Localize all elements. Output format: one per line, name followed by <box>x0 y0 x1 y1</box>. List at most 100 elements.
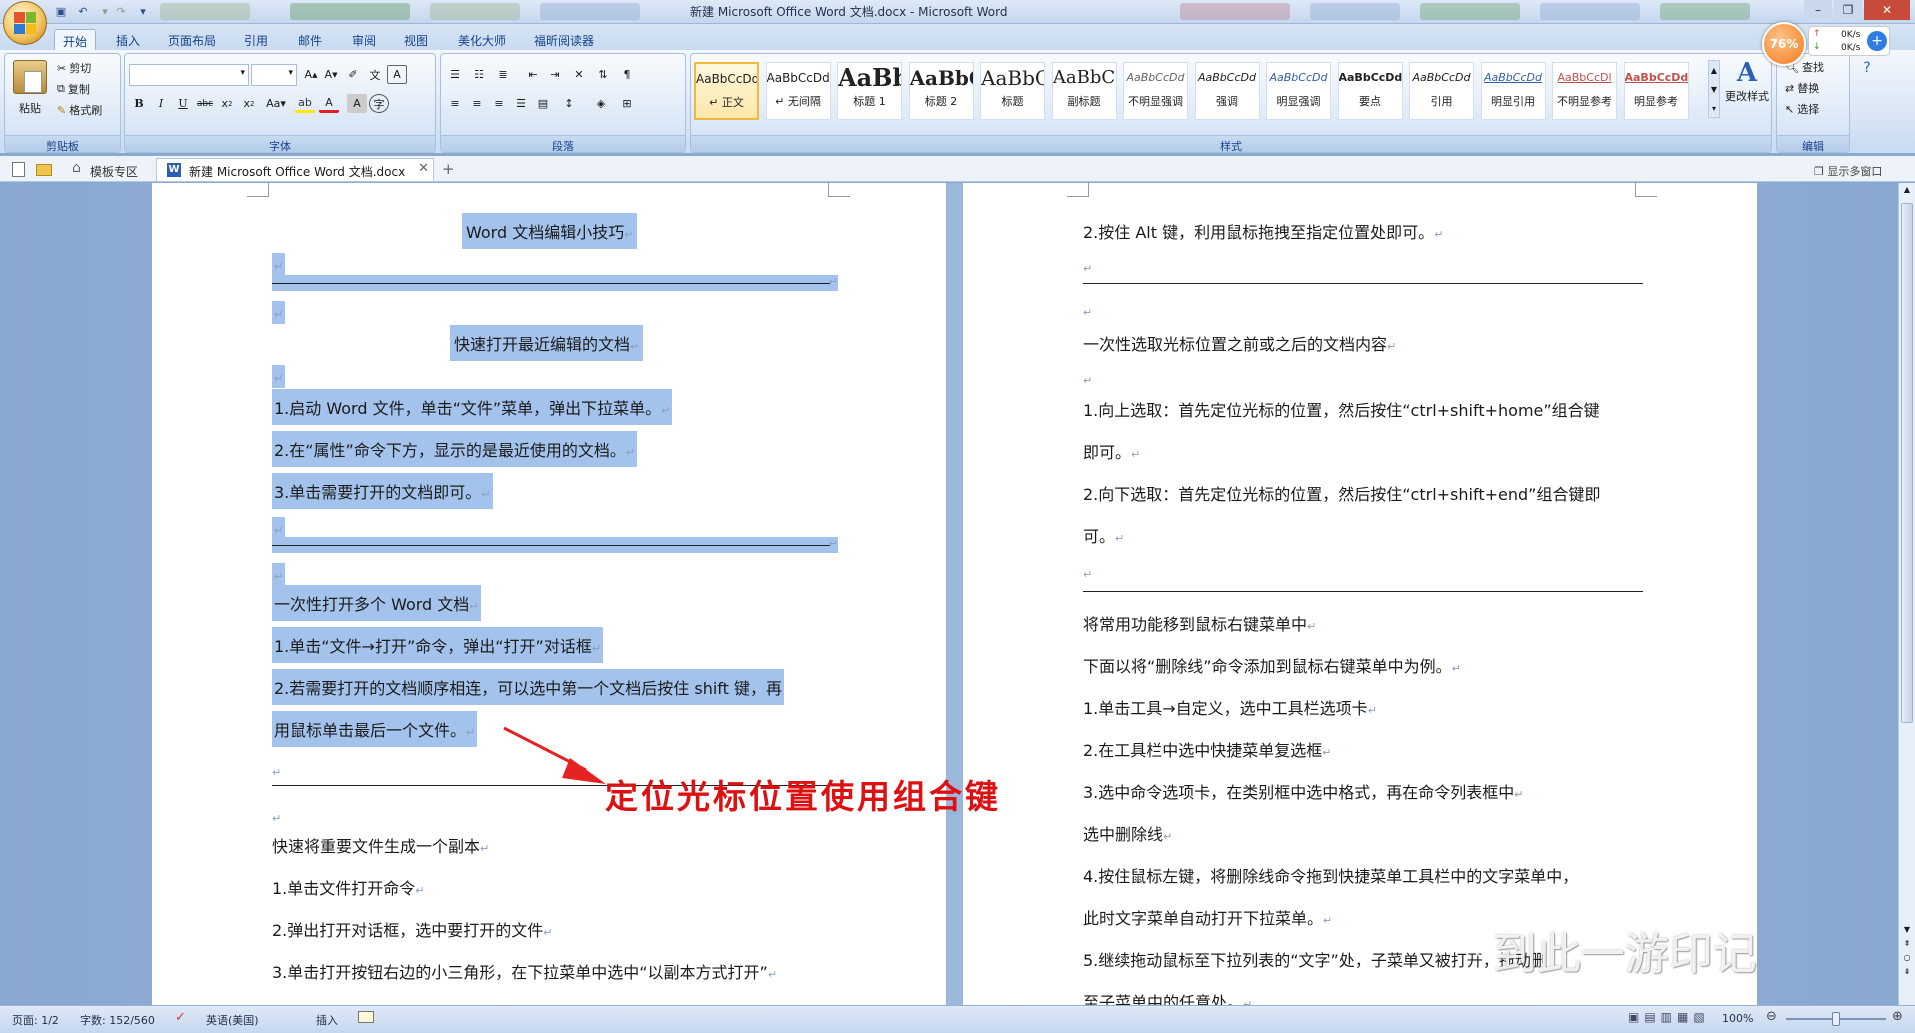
plus-icon[interactable]: + <box>1867 31 1887 51</box>
paste-icon[interactable] <box>13 60 47 94</box>
status-page[interactable]: 页面: 1/2 <box>12 1012 59 1028</box>
maximize-button[interactable]: ❐ <box>1834 0 1862 20</box>
cut-button[interactable]: ✂ 剪切 <box>57 60 91 76</box>
style-tile[interactable]: AaBbCcDl 不明显参考 <box>1552 62 1617 120</box>
style-tile[interactable]: AaBbC 标题 <box>980 62 1045 120</box>
tab-page-layout[interactable]: 页面布局 <box>160 29 224 50</box>
distributed-icon[interactable]: ▤ <box>533 94 553 113</box>
page-right[interactable]: 2.按住 Alt 键，利用鼠标拖拽至指定位置处即可。↵ ↵ ↵ 一次性选取光标位… <box>963 183 1757 1005</box>
scroll-thumb[interactable] <box>1901 203 1913 723</box>
font-color-icon[interactable]: A <box>319 94 339 113</box>
numbering-icon[interactable]: ☷ <box>469 65 489 84</box>
increase-indent-icon[interactable]: ⇥ <box>545 65 565 84</box>
close-tab-icon[interactable]: ✕ <box>418 161 429 176</box>
vertical-scrollbar[interactable]: ▲ ▼ ⇞ ○ ⇟ <box>1898 183 1915 1005</box>
net-speed-badge[interactable]: 76% <box>1762 22 1806 66</box>
style-tile[interactable]: AaBbCcDd 明显引用 <box>1480 62 1546 120</box>
italic-icon[interactable]: I <box>151 94 171 113</box>
justify-icon[interactable]: ☰ <box>511 94 531 113</box>
align-center-icon[interactable]: ≡ <box>467 94 487 113</box>
shading-icon[interactable]: ◈ <box>591 94 611 113</box>
status-insert[interactable]: 插入 <box>316 1012 338 1028</box>
shrink-font-icon[interactable]: A ▼ <box>321 65 341 84</box>
highlight-icon[interactable]: ab <box>295 94 315 113</box>
page-left[interactable]: Word 文档编辑小技巧↵ ↵ ↵ ↵ 快速打开最近编辑的文档↵ ↵ 1.启动 … <box>152 183 946 1005</box>
open-folder-icon[interactable] <box>36 164 52 176</box>
minimize-button[interactable]: – <box>1804 0 1832 20</box>
tab-review[interactable]: 审阅 <box>344 29 384 50</box>
style-tile[interactable]: AaBbC 标题 2 <box>908 62 974 120</box>
char-border-icon[interactable]: A <box>387 65 407 84</box>
style-tile[interactable]: AaBbCcDd 引用 <box>1409 62 1474 120</box>
align-right-icon[interactable]: ≡ <box>489 94 509 113</box>
zoom-in-icon[interactable]: ⊕ <box>1892 1009 1903 1024</box>
zoom-out-icon[interactable]: ⊖ <box>1766 1009 1777 1024</box>
style-tile[interactable]: AaBbCcDd 明显强调 <box>1266 62 1331 120</box>
style-tile[interactable]: AaBbCcDd ↵ 无间隔 <box>765 62 831 120</box>
style-tile[interactable]: AaBbCcDd 要点 <box>1337 62 1403 120</box>
replace-button[interactable]: ⇄ 替换 <box>1785 80 1819 96</box>
phonetic-guide-icon[interactable]: 文 <box>365 65 385 84</box>
show-marks-icon[interactable]: ¶ <box>617 65 637 84</box>
status-language[interactable]: 英语(美国) <box>206 1012 259 1028</box>
office-button[interactable] <box>3 1 47 45</box>
new-tab-icon[interactable]: + <box>442 160 455 178</box>
style-tile[interactable]: AaBbCcDd ↵ 正文 <box>694 62 759 120</box>
bold-icon[interactable]: B <box>129 94 149 113</box>
proofing-icon[interactable]: ✓ <box>175 1010 186 1025</box>
save-icon[interactable]: ▣ <box>52 2 70 20</box>
tab-foxit-reader[interactable]: 福昕阅读器 <box>526 29 602 50</box>
change-case-icon[interactable]: Aa▾ <box>263 94 289 113</box>
template-zone-tab[interactable]: 模板专区 <box>90 163 138 180</box>
tab-view[interactable]: 视图 <box>396 29 436 50</box>
underline-icon[interactable]: U <box>173 94 193 113</box>
zoom-thumb[interactable] <box>1832 1012 1840 1026</box>
zoom-slider[interactable] <box>1786 1012 1886 1026</box>
style-tile[interactable]: AaBbC 副标题 <box>1051 62 1117 120</box>
tab-references[interactable]: 引用 <box>236 29 276 50</box>
home-icon[interactable]: ⌂ <box>72 160 81 176</box>
borders-icon[interactable]: ⊞ <box>617 94 637 113</box>
tab-insert[interactable]: 插入 <box>108 29 148 50</box>
multilevel-list-icon[interactable]: ≣ <box>493 65 513 84</box>
grow-font-icon[interactable]: A ▲ <box>301 65 321 84</box>
style-tile[interactable]: AaBbCcDd 强调 <box>1194 62 1260 120</box>
font-size-combo[interactable]: ▾ <box>251 64 297 86</box>
document-tab[interactable]: W 新建 Microsoft Office Word 文档.docx ✕ <box>156 158 434 181</box>
ribbon-help-icon[interactable]: ? <box>1856 60 1878 82</box>
superscript-icon[interactable]: x2 <box>239 94 259 113</box>
tab-mailings[interactable]: 邮件 <box>290 29 330 50</box>
copy-button[interactable]: ⧉ 复制 <box>57 81 90 97</box>
sort-icon[interactable]: ⇅ <box>593 65 613 84</box>
macro-record-icon[interactable] <box>358 1011 374 1023</box>
undo-icon[interactable]: ↶ <box>74 2 92 20</box>
zoom-level[interactable]: 100% <box>1722 1012 1753 1025</box>
customize-qat-icon[interactable]: ▾ <box>134 2 152 20</box>
bullets-icon[interactable]: ☰ <box>445 65 465 84</box>
enclose-char-icon[interactable]: 字 <box>369 94 389 113</box>
style-tile[interactable]: AaBbCcDd 不明显强调 <box>1123 62 1188 120</box>
show-multi-window[interactable]: ❐ 显示多窗口 <box>1814 163 1882 179</box>
gallery-scroll[interactable]: ▲ ▼ ▾ <box>1708 60 1720 118</box>
clear-format-icon[interactable]: ✐ <box>343 65 363 84</box>
change-styles-button[interactable]: A 更改样式 <box>1725 58 1769 124</box>
tab-home[interactable]: 开始 <box>54 29 97 50</box>
strikethrough-icon[interactable]: abc <box>195 94 215 113</box>
line-spacing-icon[interactable]: ↕ <box>559 94 579 113</box>
redo-icon[interactable]: ↷ <box>112 2 130 20</box>
format-painter-button[interactable]: ✎ 格式刷 <box>57 102 102 118</box>
char-shading-icon[interactable]: A <box>347 94 367 113</box>
scroll-up-icon[interactable]: ▲ <box>1900 185 1914 199</box>
style-tile[interactable]: AaBbCcDd 明显参考 <box>1623 62 1689 120</box>
style-tile[interactable]: AaBb 标题 1 <box>837 62 902 120</box>
font-name-combo[interactable]: ▾ <box>129 64 249 86</box>
paste-button[interactable]: 粘贴 <box>19 100 41 116</box>
select-button[interactable]: ↖ 选择 <box>1785 101 1819 117</box>
scroll-down-icon[interactable]: ▼ ⇞ ○ ⇟ <box>1900 923 1914 979</box>
close-button[interactable]: ✕ <box>1864 0 1910 20</box>
decrease-indent-icon[interactable]: ⇤ <box>523 65 543 84</box>
chinese-layout-icon[interactable]: ✕ <box>569 65 589 84</box>
status-words[interactable]: 字数: 152/560 <box>80 1012 155 1028</box>
subscript-icon[interactable]: x2 <box>217 94 237 113</box>
new-doc-icon[interactable] <box>12 162 25 177</box>
